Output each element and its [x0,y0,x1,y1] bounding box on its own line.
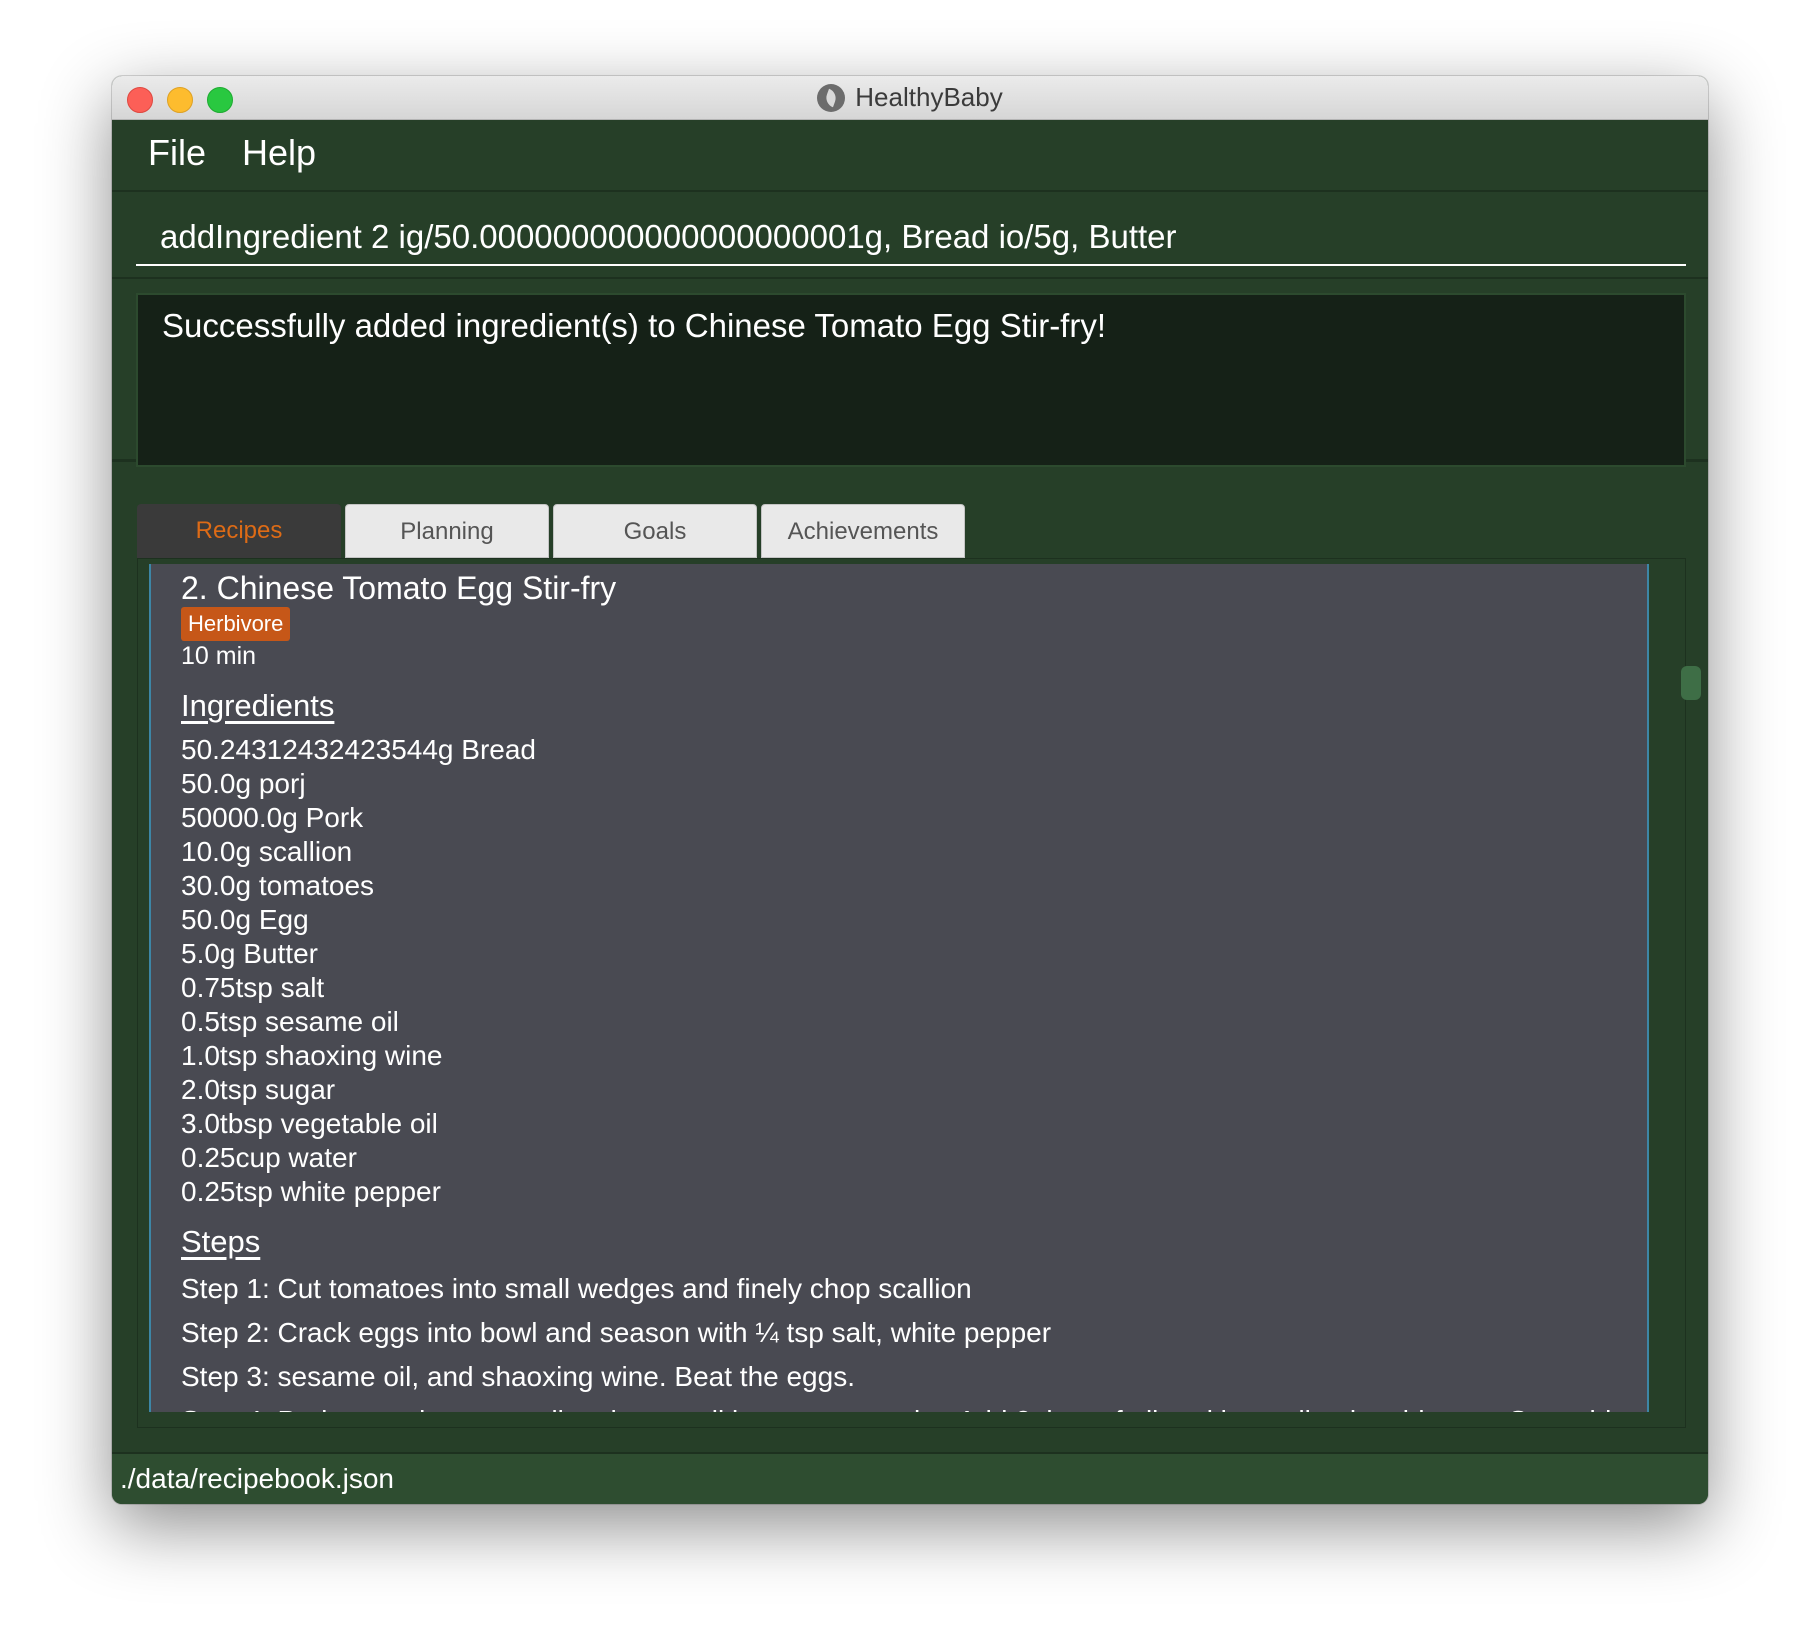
ingredient-item: 50.0g Egg [181,904,309,935]
result-message: Successfully added ingredient(s) to Chin… [162,307,1107,344]
ingredient-item: 50000.0g Pork [181,802,364,833]
ingredient-item: 5.0g Butter [181,938,318,969]
ingredient-item: 30.0g tomatoes [181,870,375,901]
tab-planning[interactable]: Planning [345,504,549,558]
recipe-time: 10 min [181,642,257,670]
ingredient-item: 10.0g scallion [181,836,353,867]
save-location: ./data/recipebook.json [120,1463,394,1494]
step-item: Step 3: sesame oil, and shaoxing wine. B… [181,1361,855,1392]
ingredient-item: 2.0tsp sugar [181,1074,336,1105]
tab-goals[interactable]: Goals [553,504,757,558]
command-input-text[interactable]: addIngredient 2 ig/50.000000000000000000… [160,218,1177,256]
result-panel: Successfully added ingredient(s) to Chin… [112,279,1708,467]
status-bar: ./data/recipebook.json [112,1452,1708,1504]
tab-achievements[interactable]: Achievements [761,504,965,558]
steps-heading: Steps [181,1224,261,1259]
step-item: Step 4: Preheat wok over medium heat unt… [181,1399,1627,1412]
window-title: HealthyBaby [855,82,1003,112]
menu-help[interactable]: Help [242,132,316,174]
ingredient-item: 0.75tsp salt [181,972,325,1003]
step-list: Step 1: Cut tomatoes into small wedges a… [181,1267,1627,1412]
menu-bar: File Help [112,120,1708,192]
recipe-card[interactable]: 2. Chinese Tomato Egg Stir-fry Herbivore… [149,564,1649,1412]
ingredient-list: 50.24312432423544g Bread 50.0g porj 5000… [181,733,536,1209]
recipe-title: 2. Chinese Tomato Egg Stir-fry [181,570,617,606]
title-bar: HealthyBaby [112,76,1708,120]
tab-recipes[interactable]: Recipes [137,504,341,558]
scrollbar-thumb[interactable] [1681,666,1701,700]
app-window: HealthyBaby File Help addIngredient 2 ig… [112,76,1708,1504]
ingredient-item: 50.0g porj [181,768,306,799]
ingredient-item: 0.5tsp sesame oil [181,1006,399,1037]
step-item: Step 2: Crack eggs into bowl and season … [181,1317,1052,1348]
tab-content: 2. Chinese Tomato Egg Stir-fry Herbivore… [137,558,1701,1428]
ingredient-item: 0.25cup water [181,1142,357,1173]
step-item: Step 1: Cut tomatoes into small wedges a… [181,1273,972,1304]
ingredient-item: 0.25tsp white pepper [181,1176,441,1207]
ingredient-item: 50.24312432423544g Bread [181,734,537,765]
ingredients-heading: Ingredients [181,688,335,723]
menu-file[interactable]: File [148,132,206,174]
recipe-tag: Herbivore [181,607,291,641]
command-panel: addIngredient 2 ig/50.000000000000000000… [112,192,1708,279]
command-input[interactable]: addIngredient 2 ig/50.000000000000000000… [136,204,1686,266]
ingredient-item: 1.0tsp shaoxing wine [181,1040,443,1071]
ingredient-item: 3.0tbsp vegetable oil [181,1108,438,1139]
result-display: Successfully added ingredient(s) to Chin… [136,293,1686,467]
leaf-icon [817,83,846,112]
window-title-group: HealthyBaby [112,76,1708,119]
